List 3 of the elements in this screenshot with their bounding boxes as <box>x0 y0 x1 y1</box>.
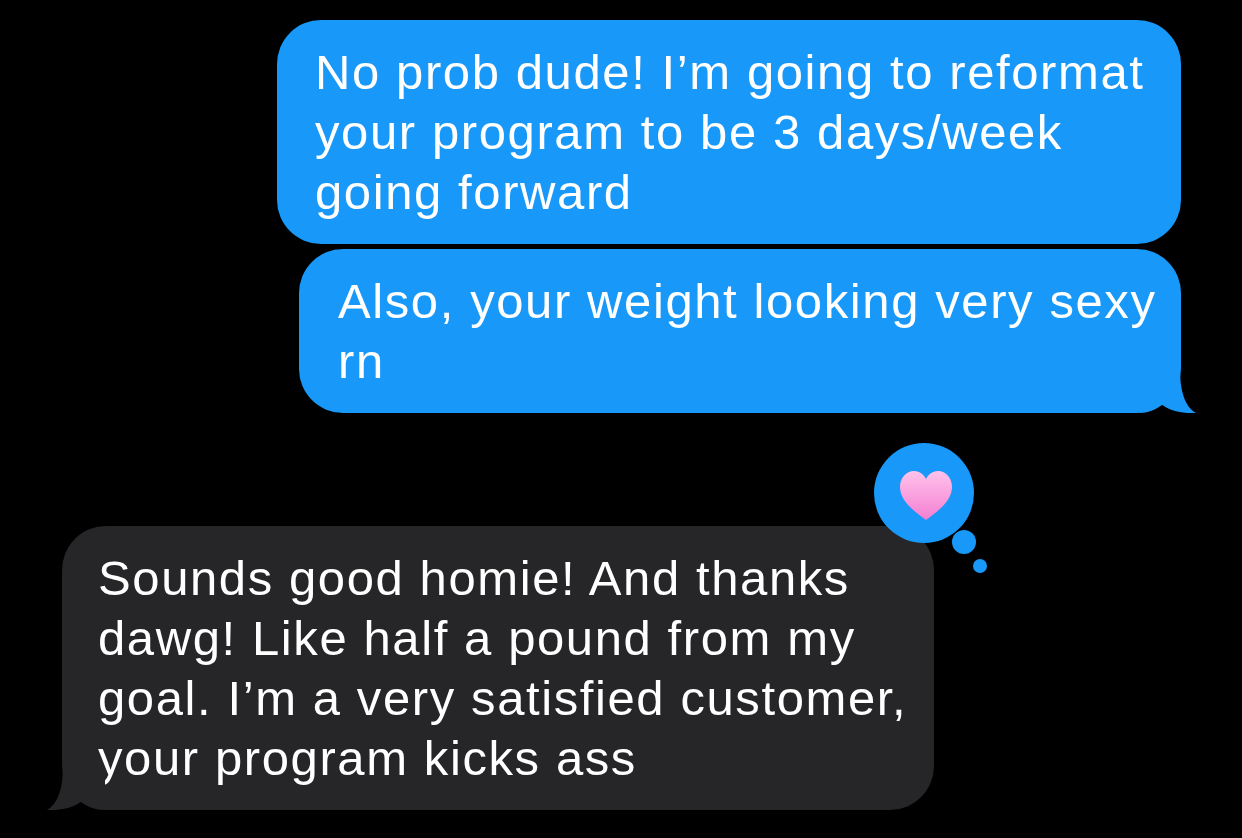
message-text: Sounds good homie! And thanks dawg! Like half a pound from my goal. I’m a very satisfied customer, your program kicks ass <box>98 550 909 787</box>
message-text: No prob dude! I’m going to reformat your program to be 3 days/week going forward <box>315 44 1146 221</box>
message-text: Also, your weight looking very sexy rn <box>338 273 1158 390</box>
